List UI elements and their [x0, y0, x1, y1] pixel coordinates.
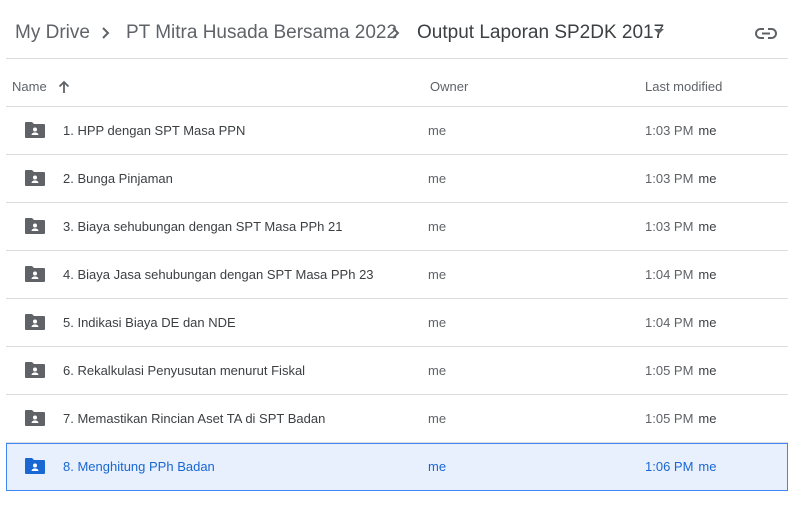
file-name[interactable]: 3. Biaya sehubungan dengan SPT Masa PPh … — [63, 219, 342, 234]
shared-folder-icon — [25, 410, 45, 426]
breadcrumb: My Drive PT Mitra Husada Bersama 2022 Ou… — [0, 0, 788, 58]
shared-folder-icon — [25, 170, 45, 186]
modified-time: 1:03 PM — [645, 123, 694, 138]
file-name[interactable]: 6. Rekalkulasi Penyusutan menurut Fiskal — [63, 363, 305, 378]
name-column-header[interactable]: Name — [12, 79, 47, 95]
arrow-up-icon[interactable] — [56, 79, 72, 95]
modified-time: 1:05 PM — [645, 363, 694, 378]
modified-time: 1:03 PM — [645, 219, 694, 234]
modified-by: me — [698, 219, 717, 234]
file-owner: me — [428, 315, 447, 330]
file-owner: me — [428, 411, 447, 426]
file-last-modified: 1:03 PM me — [645, 123, 716, 138]
file-last-modified: 1:04 PM me — [645, 267, 716, 282]
modified-time: 1:03 PM — [645, 171, 694, 186]
breadcrumb-current-folder[interactable]: Output Laporan SP2DK 2017 — [417, 20, 664, 46]
file-row[interactable]: 5. Indikasi Biaya DE dan NDE me 1:04 PM me — [6, 299, 788, 347]
file-row[interactable]: 3. Biaya sehubungan dengan SPT Masa PPh … — [6, 203, 788, 251]
file-owner: me — [428, 459, 447, 474]
file-owner: me — [428, 219, 447, 234]
list-header: Name Owner Last modified — [6, 58, 788, 107]
link-icon[interactable] — [752, 20, 780, 48]
caret-down-icon[interactable] — [654, 29, 664, 34]
file-owner: me — [428, 267, 447, 282]
modified-time: 1:04 PM — [645, 315, 694, 330]
file-last-modified: 1:04 PM me — [645, 315, 716, 330]
modified-by: me — [698, 459, 717, 474]
file-owner: me — [428, 123, 447, 138]
file-name[interactable]: 5. Indikasi Biaya DE dan NDE — [63, 315, 236, 330]
shared-folder-icon — [25, 458, 45, 474]
file-row[interactable]: 2. Bunga Pinjaman me 1:03 PM me — [6, 155, 788, 203]
file-row[interactable]: 6. Rekalkulasi Penyusutan menurut Fiskal… — [6, 347, 788, 395]
shared-folder-icon — [25, 314, 45, 330]
file-owner: me — [428, 171, 447, 186]
modified-by: me — [698, 411, 717, 426]
file-owner: me — [428, 363, 447, 378]
file-row[interactable]: 8. Menghitung PPh Badan me 1:06 PM me — [6, 443, 788, 491]
file-row[interactable]: 7. Memastikan Rincian Aset TA di SPT Bad… — [6, 395, 788, 443]
owner-column-header: Owner — [430, 79, 469, 94]
modified-time: 1:06 PM — [645, 459, 694, 474]
file-last-modified: 1:03 PM me — [645, 219, 716, 234]
modified-by: me — [698, 267, 717, 282]
file-row[interactable]: 1. HPP dengan SPT Masa PPN me 1:03 PM me — [6, 107, 788, 155]
file-name[interactable]: 4. Biaya Jasa sehubungan dengan SPT Masa… — [63, 267, 374, 282]
modified-by: me — [698, 315, 717, 330]
modified-by: me — [698, 123, 717, 138]
file-row[interactable]: 4. Biaya Jasa sehubungan dengan SPT Masa… — [6, 251, 788, 299]
chevron-right-icon — [392, 27, 400, 39]
file-last-modified: 1:03 PM me — [645, 171, 716, 186]
file-name[interactable]: 2. Bunga Pinjaman — [63, 171, 173, 186]
file-name[interactable]: 1. HPP dengan SPT Masa PPN — [63, 123, 245, 138]
file-last-modified: 1:05 PM me — [645, 411, 716, 426]
file-list: Name Owner Last modified 1. HPP dengan S… — [6, 58, 788, 491]
file-last-modified: 1:06 PM me — [645, 459, 716, 474]
modified-by: me — [698, 171, 717, 186]
modified-time: 1:05 PM — [645, 411, 694, 426]
shared-folder-icon — [25, 122, 45, 138]
chevron-right-icon — [102, 27, 110, 39]
breadcrumb-parent-folder[interactable]: PT Mitra Husada Bersama 2022 — [126, 20, 397, 46]
shared-folder-icon — [25, 218, 45, 234]
modified-column-header[interactable]: Last modified — [645, 79, 722, 95]
file-name[interactable]: 8. Menghitung PPh Badan — [63, 459, 215, 474]
shared-folder-icon — [25, 362, 45, 378]
breadcrumb-my-drive[interactable]: My Drive — [15, 20, 90, 46]
file-name[interactable]: 7. Memastikan Rincian Aset TA di SPT Bad… — [63, 411, 325, 426]
file-last-modified: 1:05 PM me — [645, 363, 716, 378]
shared-folder-icon — [25, 266, 45, 282]
modified-time: 1:04 PM — [645, 267, 694, 282]
modified-by: me — [698, 363, 717, 378]
